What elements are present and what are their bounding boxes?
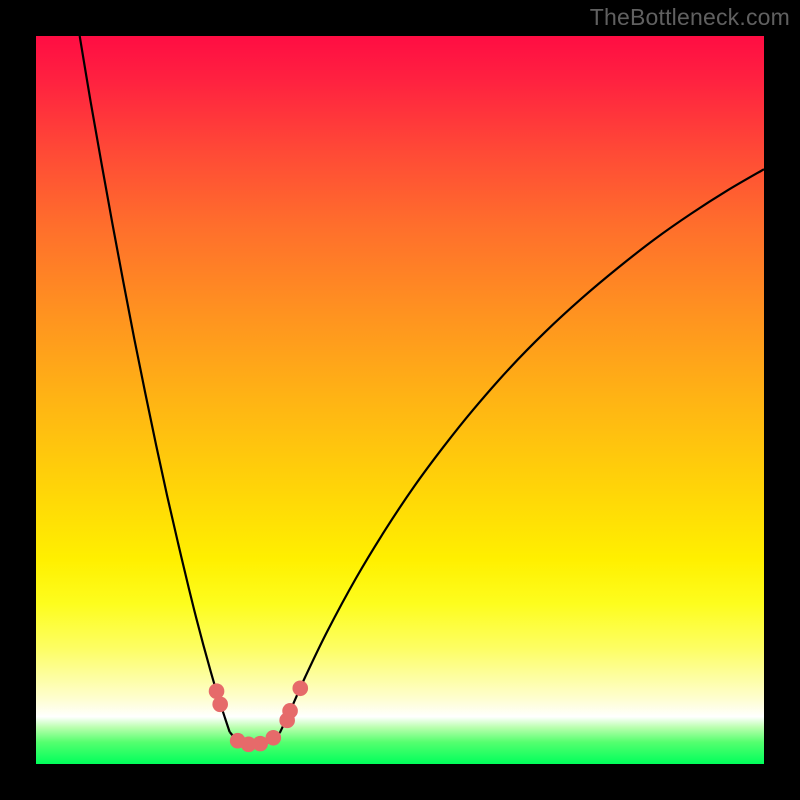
scatter-dot [282, 703, 298, 719]
curve-left [80, 36, 230, 732]
chart-svg [36, 36, 764, 764]
watermark-text: TheBottleneck.com [590, 4, 790, 31]
scatter-dot [266, 730, 282, 746]
curve-right [280, 169, 764, 732]
scatter-dot [209, 683, 225, 699]
plot-area [36, 36, 764, 764]
scatter-dot [292, 680, 308, 696]
scatter-dot [212, 697, 228, 713]
